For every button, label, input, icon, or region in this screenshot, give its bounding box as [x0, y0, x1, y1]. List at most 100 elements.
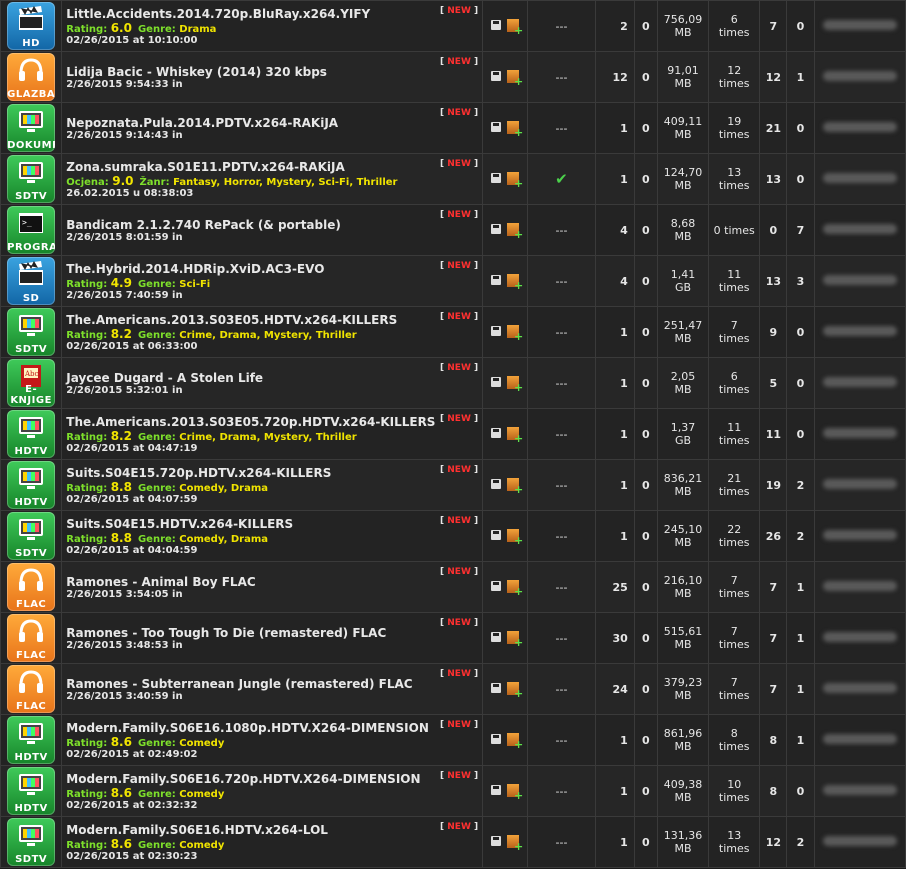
leechers-count[interactable]: 0	[786, 306, 815, 358]
bookmark-add-icon[interactable]	[507, 681, 523, 700]
leechers-count[interactable]: 1	[786, 51, 815, 103]
category-cell[interactable]: Abc E-KNJIGE	[0, 357, 63, 409]
uploader-cell[interactable]	[813, 459, 906, 511]
download-icon[interactable]	[491, 224, 502, 235]
snatched-cell[interactable]: 0 times	[708, 204, 761, 256]
uploader-cell[interactable]	[813, 765, 906, 817]
seeders-count[interactable]: 12	[759, 816, 788, 868]
download-icon[interactable]	[491, 173, 502, 184]
book-icon[interactable]: Abc E-KNJIGE	[7, 359, 56, 407]
snatched-cell[interactable]: 22 times	[708, 510, 761, 562]
files-count[interactable]: 30	[594, 612, 635, 664]
bookmark-add-icon[interactable]	[507, 426, 523, 445]
comments-count[interactable]: 0	[633, 408, 658, 460]
leechers-count[interactable]: 0	[786, 765, 815, 817]
category-cell[interactable]: DOKUME	[0, 102, 63, 154]
bookmark-add-icon[interactable]	[507, 69, 523, 88]
download-icon[interactable]	[491, 530, 502, 541]
snatched-cell[interactable]: 7 times	[708, 306, 761, 358]
uploader-cell[interactable]	[813, 51, 906, 103]
headphones-icon[interactable]: FLAC	[7, 665, 56, 713]
uploader-cell[interactable]	[813, 510, 906, 562]
tv-icon[interactable]: SDTV	[7, 308, 56, 356]
category-cell[interactable]: HDTV	[0, 408, 63, 460]
bookmark-add-icon[interactable]	[507, 120, 523, 139]
terminal-icon[interactable]: >_ PROGRAMI	[7, 206, 56, 254]
uploader-name-blurred[interactable]	[822, 325, 897, 336]
leechers-count[interactable]: 2	[786, 510, 815, 562]
uploader-cell[interactable]	[813, 561, 906, 613]
torrent-name-link[interactable]: Bandicam 2.1.2.740 RePack (& portable)	[66, 218, 482, 232]
tv-icon[interactable]: HDTV	[7, 716, 56, 764]
bookmark-add-icon[interactable]	[507, 273, 523, 292]
comments-count[interactable]: 0	[633, 561, 658, 613]
bookmark-add-icon[interactable]	[507, 18, 523, 37]
comments-count[interactable]: 0	[633, 612, 658, 664]
torrent-name-link[interactable]: The.Americans.2013.S03E05.HDTV.x264-KILL…	[66, 313, 482, 327]
torrent-name-link[interactable]: Ramones - Too Tough To Die (remastered) …	[66, 626, 482, 640]
torrent-name-link[interactable]: Jaycee Dugard - A Stolen Life	[66, 371, 482, 385]
uploader-name-blurred[interactable]	[822, 478, 897, 489]
headphones-icon[interactable]: GLAZBA	[7, 53, 56, 101]
leechers-count[interactable]: 1	[786, 612, 815, 664]
torrent-name-link[interactable]: Nepoznata.Pula.2014.PDTV.x264-RAKiJA	[66, 116, 482, 130]
files-count[interactable]: 1	[594, 408, 635, 460]
headphones-icon[interactable]: FLAC	[7, 563, 56, 611]
torrent-name-link[interactable]: The.Americans.2013.S03E05.720p.HDTV.x264…	[66, 415, 482, 429]
torrent-name-link[interactable]: The.Hybrid.2014.HDRip.XviD.AC3-EVO	[66, 262, 482, 276]
category-cell[interactable]: SD	[0, 255, 63, 307]
files-count[interactable]: 1	[594, 357, 635, 409]
download-icon[interactable]	[491, 122, 502, 133]
category-cell[interactable]: SDTV	[0, 816, 63, 868]
uploader-name-blurred[interactable]	[822, 835, 897, 846]
category-cell[interactable]: FLAC	[0, 612, 63, 664]
uploader-name-blurred[interactable]	[822, 733, 897, 744]
bookmark-add-icon[interactable]	[507, 222, 523, 241]
tv-icon[interactable]: HDTV	[7, 767, 56, 815]
tv-icon[interactable]: SDTV	[7, 155, 56, 203]
category-cell[interactable]: HDTV	[0, 459, 63, 511]
uploader-cell[interactable]	[813, 816, 906, 868]
tv-icon[interactable]: SDTV	[7, 818, 56, 866]
download-icon[interactable]	[491, 275, 502, 286]
uploader-cell[interactable]	[813, 612, 906, 664]
comments-count[interactable]: 0	[633, 255, 658, 307]
torrent-name-link[interactable]: Zona.sumraka.S01E11.PDTV.x264-RAKiJA	[66, 160, 482, 174]
uploader-name-blurred[interactable]	[822, 784, 897, 795]
seeders-count[interactable]: 26	[759, 510, 788, 562]
leechers-count[interactable]: 3	[786, 255, 815, 307]
uploader-name-blurred[interactable]	[822, 172, 897, 183]
category-cell[interactable]: >_ PROGRAMI	[0, 204, 63, 256]
leechers-count[interactable]: 1	[786, 714, 815, 766]
uploader-name-blurred[interactable]	[822, 580, 897, 591]
category-cell[interactable]: GLAZBA	[0, 51, 63, 103]
comments-count[interactable]: 0	[633, 204, 658, 256]
category-cell[interactable]: SDTV	[0, 510, 63, 562]
leechers-count[interactable]: 0	[786, 0, 815, 52]
uploader-cell[interactable]	[813, 0, 906, 52]
download-icon[interactable]	[491, 734, 502, 745]
download-icon[interactable]	[491, 428, 502, 439]
seeders-count[interactable]: 13	[759, 153, 788, 205]
snatched-cell[interactable]: 21 times	[708, 459, 761, 511]
files-count[interactable]: 1	[594, 816, 635, 868]
snatched-cell[interactable]: 11 times	[708, 255, 761, 307]
uploader-cell[interactable]	[813, 255, 906, 307]
uploader-name-blurred[interactable]	[822, 631, 897, 642]
comments-count[interactable]: 0	[633, 459, 658, 511]
seeders-count[interactable]: 7	[759, 561, 788, 613]
seeders-count[interactable]: 12	[759, 51, 788, 103]
uploader-cell[interactable]	[813, 357, 906, 409]
files-count[interactable]: 4	[594, 204, 635, 256]
files-count[interactable]: 1	[594, 510, 635, 562]
torrent-name-link[interactable]: Ramones - Animal Boy FLAC	[66, 575, 482, 589]
bookmark-add-icon[interactable]	[507, 528, 523, 547]
snatched-cell[interactable]: 12 times	[708, 51, 761, 103]
comments-count[interactable]: 0	[633, 816, 658, 868]
snatched-cell[interactable]: 7 times	[708, 663, 761, 715]
category-cell[interactable]: FLAC	[0, 663, 63, 715]
category-cell[interactable]: HDTV	[0, 714, 63, 766]
download-icon[interactable]	[491, 20, 502, 31]
download-icon[interactable]	[491, 581, 502, 592]
leechers-count[interactable]: 0	[786, 153, 815, 205]
